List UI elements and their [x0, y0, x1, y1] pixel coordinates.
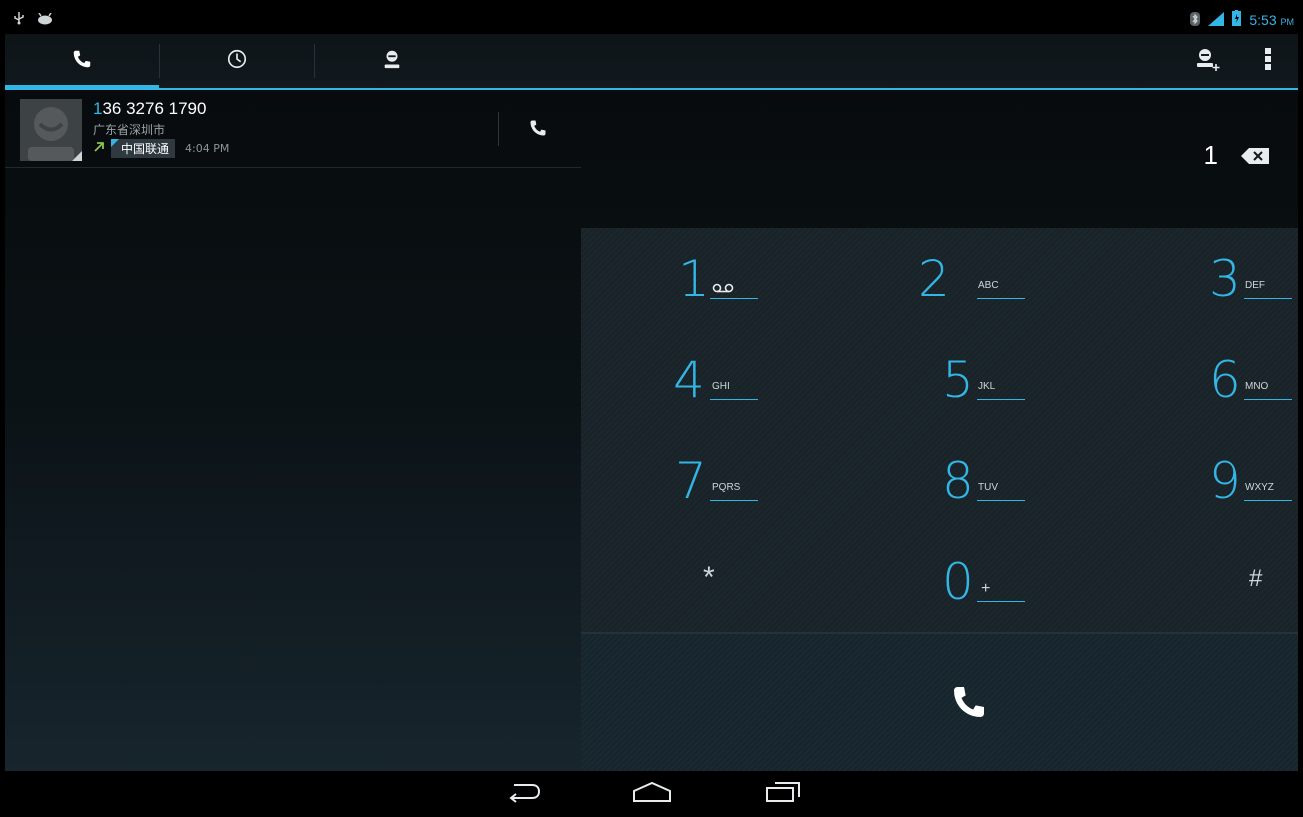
key-underline [1244, 298, 1292, 299]
back-icon [506, 781, 542, 807]
key-4[interactable]: 4 GHI [581, 329, 820, 430]
caller-location: 广东省深圳市 [93, 123, 166, 137]
key-digit: 7 [675, 452, 707, 510]
android-debug-icon [37, 10, 53, 29]
clock-ampm: PM [1280, 17, 1295, 27]
backspace-icon [1241, 148, 1269, 168]
dial-keypad: 1 2 ABC 3 DEF 4 GHI 5 JKL 6 MNO 7 PQRS 8… [581, 228, 1298, 634]
usb-icon [13, 10, 25, 29]
key-underline [977, 298, 1025, 299]
call-log-row[interactable]: 136 3276 1790 广东省深圳市 中国联通 4:04 PM [5, 90, 581, 168]
key-letters: MNO [1245, 381, 1269, 392]
key-letters: PQRS [712, 482, 741, 493]
voicemail-icon [712, 278, 734, 297]
battery-icon [1232, 10, 1242, 30]
key-digit: 0 [942, 553, 974, 611]
digits-display: 1 [581, 90, 1298, 228]
key-underline [977, 601, 1025, 602]
call-back-button[interactable] [513, 112, 563, 148]
status-bar: 5:53 PM [5, 8, 1298, 34]
key-6[interactable]: 6 MNO [1059, 329, 1298, 430]
key-digit: 2 [918, 250, 950, 308]
carrier-badge: 中国联通 [111, 139, 176, 158]
key-pound[interactable]: # [1059, 531, 1298, 632]
key-underline [977, 500, 1025, 501]
key-digit: 6 [1209, 351, 1241, 409]
key-letters: DEF [1245, 280, 1265, 291]
backspace-button[interactable] [1234, 145, 1276, 171]
key-0[interactable]: 0 + [820, 531, 1059, 632]
number-rest: 36 3276 1790 [102, 99, 207, 118]
key-underline [977, 399, 1025, 400]
caller-number: 136 3276 1790 [93, 99, 206, 119]
key-underline [1244, 500, 1292, 501]
key-letters: WXYZ [1245, 482, 1274, 493]
add-contact-button[interactable] [1178, 34, 1238, 88]
dial-action-bar [581, 634, 1298, 771]
tab-dialer[interactable] [5, 34, 159, 90]
key-symbol: * [703, 561, 715, 594]
key-1[interactable]: 1 [581, 228, 820, 329]
navigation-bar [5, 771, 1298, 817]
phone-icon [528, 118, 548, 142]
key-underline [710, 399, 758, 400]
home-button[interactable] [622, 779, 682, 809]
back-button[interactable] [494, 779, 554, 809]
add-contact-icon [1195, 47, 1221, 75]
key-digit: 3 [1209, 250, 1241, 308]
digits-field[interactable]: 1 [1204, 140, 1218, 171]
phone-icon [71, 48, 93, 74]
key-7[interactable]: 7 PQRS [581, 430, 820, 531]
key-digit: 5 [942, 351, 974, 409]
key-3[interactable]: 3 DEF [1059, 228, 1298, 329]
key-9[interactable]: 9 WXYZ [1059, 430, 1298, 531]
home-icon [632, 781, 672, 807]
key-star[interactable]: * [581, 531, 820, 632]
phone-icon [949, 682, 989, 726]
status-system: 5:53 PM [1190, 10, 1294, 30]
action-bar-actions [1178, 34, 1298, 88]
key-digit: 4 [673, 351, 705, 409]
person-icon [381, 48, 403, 74]
quick-contact-badge [72, 151, 82, 161]
dial-button[interactable] [939, 674, 999, 734]
key-underline [710, 298, 758, 299]
tab-call-log[interactable] [160, 34, 314, 88]
clock-time: 5:53 [1249, 12, 1277, 28]
key-letters: JKL [978, 381, 996, 392]
tab-contacts[interactable] [315, 34, 469, 88]
key-letters: TUV [978, 482, 998, 493]
key-digit: 8 [942, 452, 974, 510]
status-notifications [13, 10, 53, 29]
key-8[interactable]: 8 TUV [820, 430, 1059, 531]
clock-icon [226, 48, 248, 74]
recent-apps-button[interactable] [753, 779, 813, 809]
bluetooth-icon [1190, 11, 1201, 30]
outgoing-call-icon [93, 141, 105, 157]
signal-icon [1208, 11, 1225, 30]
key-letters: GHI [712, 381, 730, 392]
key-symbol: # [1249, 565, 1263, 592]
key-letters: ABC [978, 280, 999, 291]
overflow-menu-icon [1265, 47, 1271, 75]
key-2[interactable]: 2 ABC [820, 228, 1059, 329]
key-underline [710, 500, 758, 501]
call-log-list: 136 3276 1790 广东省深圳市 中国联通 4:04 PM [5, 90, 581, 771]
call-time: 4:04 PM [185, 142, 230, 155]
key-digit: 1 [678, 250, 710, 308]
status-clock: 5:53 PM [1249, 12, 1294, 28]
avatar[interactable] [20, 99, 82, 161]
key-digit: 9 [1209, 452, 1241, 510]
action-bar [5, 34, 1298, 90]
key-letters: + [981, 580, 991, 597]
key-5[interactable]: 5 JKL [820, 329, 1059, 430]
main-content: 136 3276 1790 广东省深圳市 中国联通 4:04 PM 1 1 2 … [5, 90, 1298, 771]
dialer-panel: 1 1 2 ABC 3 DEF 4 GHI 5 JKL 6 MNO 7 PQRS… [581, 90, 1298, 771]
row-divider [498, 112, 499, 146]
call-meta: 中国联通 4:04 PM [93, 139, 229, 158]
overflow-menu-button[interactable] [1238, 34, 1298, 88]
recent-apps-icon [765, 781, 801, 807]
key-underline [1244, 399, 1292, 400]
